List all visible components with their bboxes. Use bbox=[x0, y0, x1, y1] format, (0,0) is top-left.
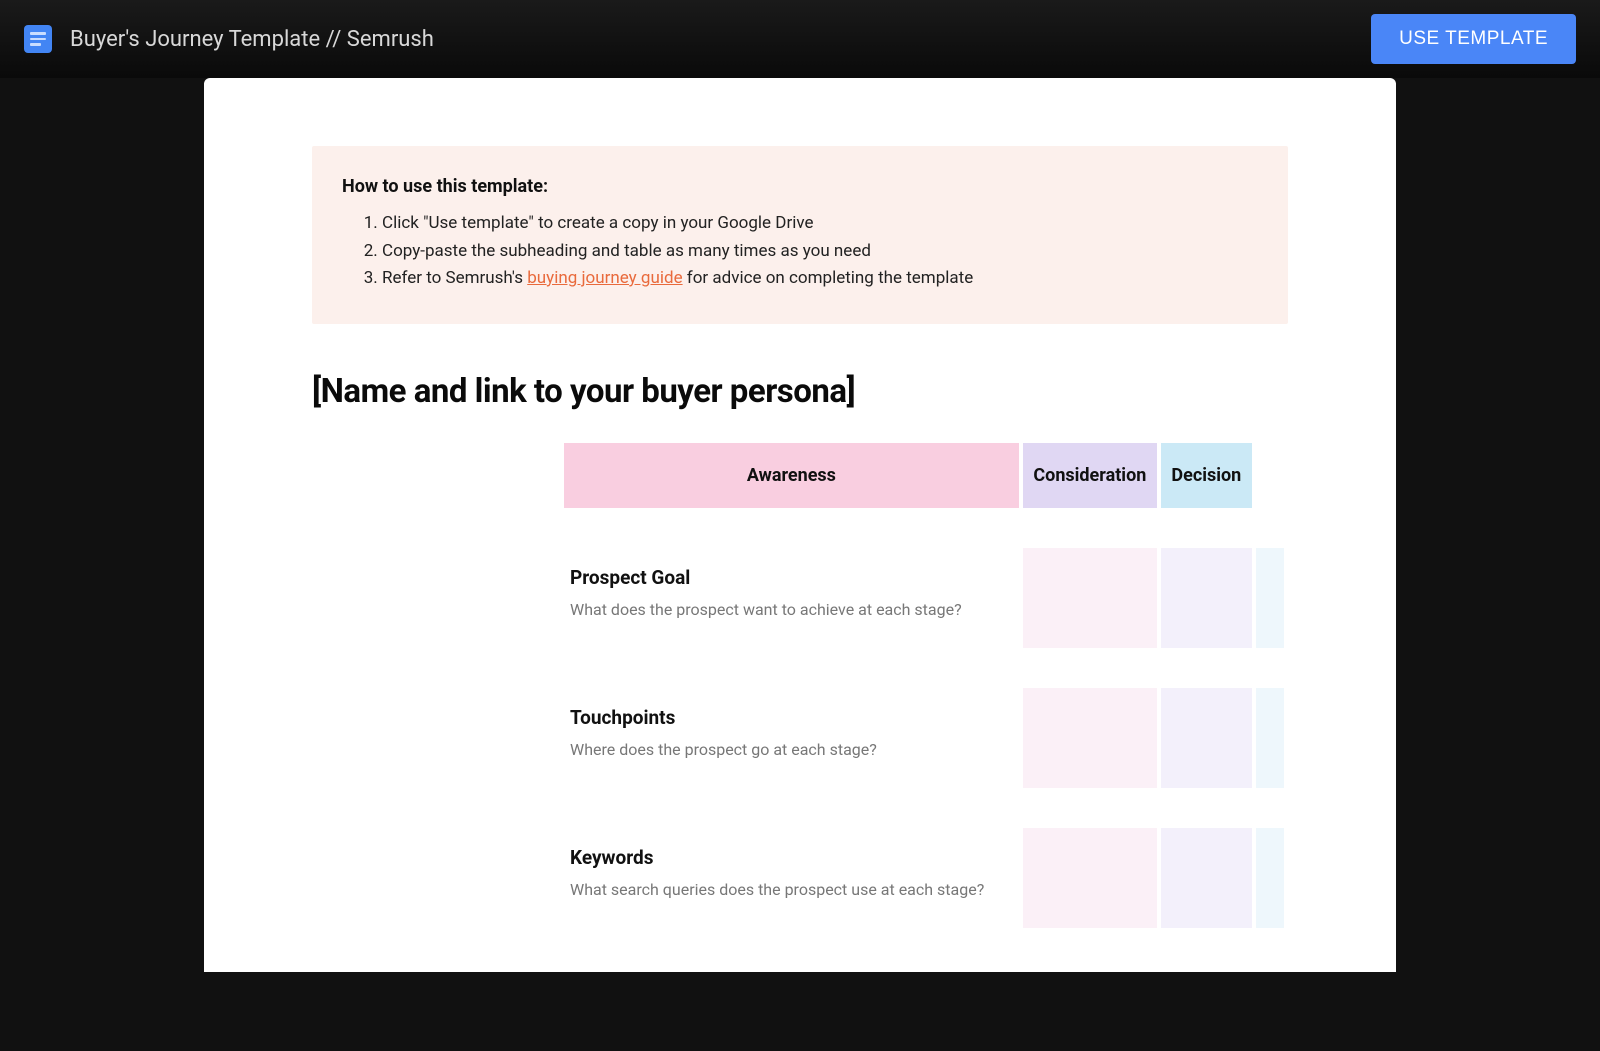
cell-awareness[interactable] bbox=[1023, 688, 1157, 788]
row-label-cell: Keywords What search queries does the pr… bbox=[564, 828, 1019, 928]
table-row: Prospect Goal What does the prospect wan… bbox=[316, 548, 1284, 648]
cell-decision[interactable] bbox=[1256, 828, 1284, 928]
instructions-step-3: Refer to Semrush's buying journey guide … bbox=[382, 266, 1258, 292]
instructions-step-2: Copy-paste the subheading and table as m… bbox=[382, 239, 1258, 265]
row-label-desc: What search queries does the prospect us… bbox=[570, 879, 989, 901]
cell-consideration[interactable] bbox=[1161, 548, 1252, 648]
row-label-cell: Touchpoints Where does the prospect go a… bbox=[564, 688, 1019, 788]
cell-consideration[interactable] bbox=[1161, 828, 1252, 928]
table-header-consideration: Consideration bbox=[1023, 443, 1157, 508]
row-label-cell: Prospect Goal What does the prospect wan… bbox=[564, 548, 1019, 648]
page-container: How to use this template: Click "Use tem… bbox=[0, 78, 1600, 972]
row-label-title: Keywords bbox=[570, 846, 989, 869]
table-row: Touchpoints Where does the prospect go a… bbox=[316, 688, 1284, 788]
row-label-desc: Where does the prospect go at each stage… bbox=[570, 739, 989, 761]
cell-decision[interactable] bbox=[1256, 548, 1284, 648]
header-left: Buyer's Journey Template // Semrush bbox=[24, 25, 434, 53]
cell-consideration[interactable] bbox=[1161, 688, 1252, 788]
table-header-decision: Decision bbox=[1161, 443, 1252, 508]
instructions-step-3-pre: Refer to Semrush's bbox=[382, 268, 527, 288]
app-header: Buyer's Journey Template // Semrush USE … bbox=[0, 0, 1600, 78]
buying-journey-guide-link[interactable]: buying journey guide bbox=[527, 268, 682, 288]
instructions-list: Click "Use template" to create a copy in… bbox=[342, 211, 1258, 292]
row-label-title: Touchpoints bbox=[570, 706, 989, 729]
row-label-desc: What does the prospect want to achieve a… bbox=[570, 599, 989, 621]
row-label-title: Prospect Goal bbox=[570, 566, 989, 589]
instructions-step-1: Click "Use template" to create a copy in… bbox=[382, 211, 1258, 237]
instructions-title: How to use this template: bbox=[342, 176, 1258, 197]
docs-icon[interactable] bbox=[24, 25, 52, 53]
table-row: Keywords What search queries does the pr… bbox=[316, 828, 1284, 928]
table-header-awareness: Awareness bbox=[564, 443, 1019, 508]
use-template-button[interactable]: USE TEMPLATE bbox=[1371, 14, 1576, 64]
instructions-box: How to use this template: Click "Use tem… bbox=[312, 146, 1288, 324]
journey-table: Awareness Consideration Decision Prospec… bbox=[312, 439, 1288, 932]
section-heading: [Name and link to your buyer persona] bbox=[312, 372, 1288, 411]
document-page: How to use this template: Click "Use tem… bbox=[204, 78, 1396, 972]
instructions-step-3-post: for advice on completing the template bbox=[683, 268, 974, 288]
cell-decision[interactable] bbox=[1256, 688, 1284, 788]
table-header-empty bbox=[316, 443, 560, 508]
document-title: Buyer's Journey Template // Semrush bbox=[70, 27, 434, 52]
cell-awareness[interactable] bbox=[1023, 548, 1157, 648]
cell-awareness[interactable] bbox=[1023, 828, 1157, 928]
